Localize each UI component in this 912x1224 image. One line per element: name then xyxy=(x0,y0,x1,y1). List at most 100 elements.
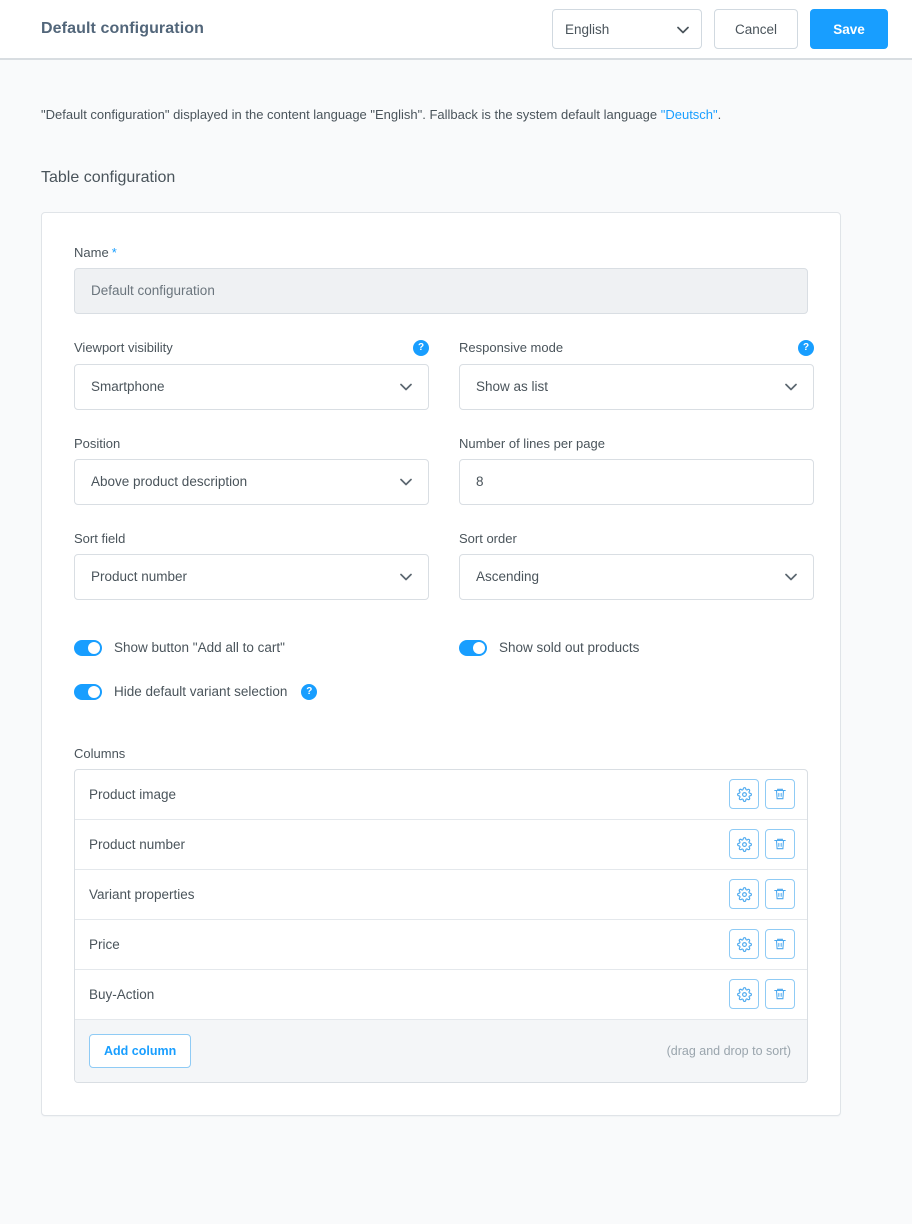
column-delete-button[interactable] xyxy=(765,929,795,960)
sort-order-select[interactable]: Ascending xyxy=(459,553,814,600)
row-sort: Sort field Product number Sort order Asc… xyxy=(74,531,814,600)
chevron-down-icon xyxy=(400,379,412,394)
sort-field-label-text: Sort field xyxy=(74,530,126,546)
section-title: Table configuration xyxy=(41,168,176,186)
chevron-down-icon xyxy=(400,474,412,489)
name-label: Name * xyxy=(74,245,808,260)
toggle-switch[interactable] xyxy=(74,683,102,700)
row-position-lines: Position Above product description Numbe… xyxy=(74,436,814,505)
save-button[interactable]: Save xyxy=(810,9,888,49)
toggle-show-sold-out-products[interactable]: Show sold out products xyxy=(459,639,844,656)
drag-and-drop-hint: (drag and drop to sort) xyxy=(666,1043,791,1058)
position-label-text: Position xyxy=(74,435,121,451)
column-actions xyxy=(729,779,795,810)
table-row[interactable]: Variant properties xyxy=(75,870,807,920)
fallback-notice: "Default configuration" displayed in the… xyxy=(41,60,871,125)
name-input[interactable]: Default configuration xyxy=(74,267,808,314)
toggle-knob xyxy=(88,641,100,654)
lines-per-page-label-text: Number of lines per page xyxy=(459,435,605,451)
column-settings-button[interactable] xyxy=(729,979,759,1010)
responsive-mode-group: Responsive mode ? Show as list xyxy=(459,339,814,410)
column-delete-button[interactable] xyxy=(765,979,795,1010)
column-actions xyxy=(729,829,795,860)
column-settings-button[interactable] xyxy=(729,879,759,910)
toggle-show-add-all-to-cart[interactable]: Show button "Add all to cart" xyxy=(74,639,459,656)
column-actions xyxy=(729,979,795,1010)
chevron-down-icon xyxy=(785,569,797,584)
column-settings-button[interactable] xyxy=(729,779,759,810)
column-settings-button[interactable] xyxy=(729,929,759,960)
column-actions xyxy=(729,879,795,910)
lines-per-page-label: Number of lines per page xyxy=(459,436,814,451)
help-icon[interactable]: ? xyxy=(301,683,318,700)
table-row[interactable]: Price xyxy=(75,920,807,970)
columns-list: Product image Product number Variant pro… xyxy=(74,768,808,1083)
column-name: Product image xyxy=(89,786,177,802)
columns-label: Columns xyxy=(74,745,126,761)
responsive-mode-select[interactable]: Show as list xyxy=(459,363,814,410)
toggle-knob xyxy=(88,685,100,698)
table-configuration-card: Name * Default configuration Viewport vi… xyxy=(41,211,841,1116)
column-name: Price xyxy=(89,936,120,952)
table-row[interactable]: Product image xyxy=(75,770,807,820)
table-row[interactable]: Buy-Action xyxy=(75,970,807,1020)
responsive-mode-value: Show as list xyxy=(476,379,549,395)
language-select[interactable]: English xyxy=(551,9,702,49)
toggle-row-1: Show button "Add all to cart" Show sold … xyxy=(74,639,808,656)
column-name: Product number xyxy=(89,836,186,852)
top-bar-actions: English Cancel Save xyxy=(551,9,888,49)
help-icon[interactable]: ? xyxy=(413,339,429,356)
viewport-visibility-group: Viewport visibility ? Smartphone xyxy=(74,339,429,410)
viewport-visibility-select[interactable]: Smartphone xyxy=(74,363,429,410)
top-bar: Default configuration English Cancel Sav… xyxy=(0,0,912,60)
toggle-hide-default-variant-selection[interactable]: Hide default variant selection ? xyxy=(74,683,318,700)
viewport-visibility-label: Viewport visibility ? xyxy=(74,339,429,356)
table-row[interactable]: Product number xyxy=(75,820,807,870)
cancel-button[interactable]: Cancel xyxy=(713,9,798,49)
toggle-label: Hide default variant selection xyxy=(114,684,288,700)
toggle-label: Show sold out products xyxy=(499,640,640,656)
toggle-label: Show button "Add all to cart" xyxy=(114,640,285,656)
columns-footer: Add column (drag and drop to sort) xyxy=(75,1019,807,1082)
fallback-notice-suffix: . xyxy=(717,107,722,122)
sort-field-group: Sort field Product number xyxy=(74,531,429,600)
column-name: Variant properties xyxy=(89,886,195,902)
page-title: Default configuration xyxy=(41,20,204,37)
chevron-down-icon xyxy=(400,569,412,584)
column-actions xyxy=(729,929,795,960)
sort-order-label: Sort order xyxy=(459,531,814,546)
columns-block: Columns Product image Product number Var… xyxy=(74,746,808,1083)
viewport-visibility-value: Smartphone xyxy=(91,379,165,395)
sort-order-value: Ascending xyxy=(476,569,540,585)
position-group: Position Above product description xyxy=(74,436,429,505)
required-marker: * xyxy=(111,244,117,260)
column-delete-button[interactable] xyxy=(765,779,795,810)
position-select[interactable]: Above product description xyxy=(74,458,429,505)
toggle-switch[interactable] xyxy=(459,639,487,656)
name-label-text: Name xyxy=(74,244,109,260)
responsive-mode-label-text: Responsive mode xyxy=(459,340,564,356)
sort-field-select[interactable]: Product number xyxy=(74,553,429,600)
column-delete-button[interactable] xyxy=(765,879,795,910)
column-settings-button[interactable] xyxy=(729,829,759,860)
position-value: Above product description xyxy=(91,474,248,490)
lines-per-page-group: Number of lines per page 8 xyxy=(459,436,814,505)
column-name: Buy-Action xyxy=(89,986,155,1002)
help-icon[interactable]: ? xyxy=(798,339,814,356)
position-label: Position xyxy=(74,436,429,451)
fallback-language-link[interactable]: "Deutsch" xyxy=(661,107,718,122)
name-field-group: Name * Default configuration xyxy=(74,245,808,314)
chevron-down-icon xyxy=(785,379,797,394)
sort-field-value: Product number xyxy=(91,569,188,585)
add-column-button[interactable]: Add column xyxy=(89,1033,192,1068)
language-select-value: English xyxy=(564,21,610,37)
column-delete-button[interactable] xyxy=(765,829,795,860)
sort-field-label: Sort field xyxy=(74,531,429,546)
row-viewport-responsive: Viewport visibility ? Smartphone Respons… xyxy=(74,339,814,410)
toggle-switch[interactable] xyxy=(74,639,102,656)
fallback-notice-prefix: "Default configuration" displayed in the… xyxy=(41,107,661,122)
sort-order-group: Sort order Ascending xyxy=(459,531,814,600)
sort-order-label-text: Sort order xyxy=(459,530,517,546)
responsive-mode-label: Responsive mode ? xyxy=(459,339,814,356)
lines-per-page-input[interactable]: 8 xyxy=(459,458,814,505)
